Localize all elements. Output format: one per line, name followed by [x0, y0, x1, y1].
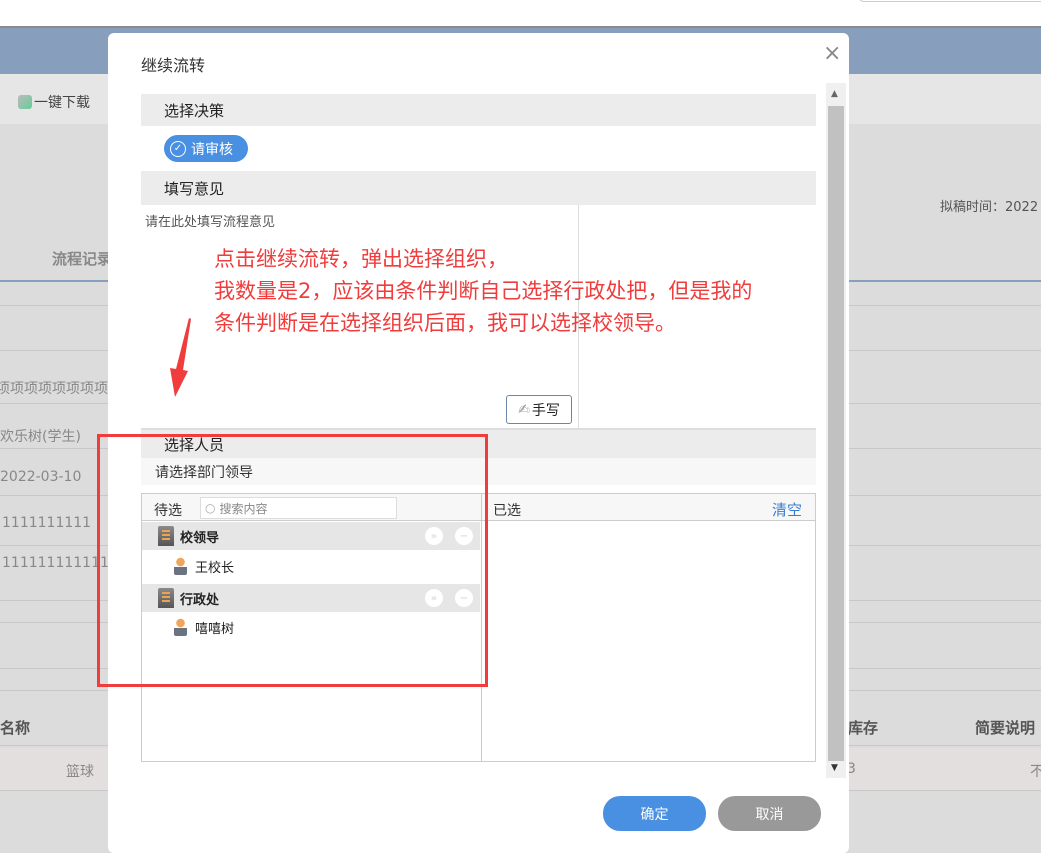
- draft-time: 拟稿时间：2022: [940, 200, 1039, 215]
- table-header-stock: 库存: [848, 719, 879, 737]
- scrollbar-thumb[interactable]: [828, 106, 844, 761]
- table-header-desc: 简要说明: [975, 719, 1036, 737]
- opinion-header: 填写意见: [141, 171, 816, 205]
- check-circle-icon: ✓: [170, 140, 186, 157]
- bg-row-text: 1111111111: [2, 515, 92, 531]
- cancel-button[interactable]: 取消: [718, 796, 821, 831]
- opinion-placeholder: 请在此处填写流程意见: [145, 215, 276, 230]
- scroll-down-icon[interactable]: ▼: [831, 763, 838, 773]
- flow-record-tab[interactable]: 流程记录: [52, 248, 112, 269]
- bg-row-text: 2022-03-10: [0, 469, 82, 485]
- table-cell: 篮球: [66, 764, 94, 780]
- table-cell: 不: [1030, 764, 1041, 780]
- annotation-highlight-box: [97, 434, 488, 687]
- confirm-button[interactable]: 确定: [603, 796, 706, 831]
- pen-icon: ✍: [518, 401, 530, 418]
- annotation-line: 条件判断是在选择组织后面，我可以选择校领导。: [214, 311, 676, 335]
- bg-row-text: 欢乐树(学生): [0, 429, 81, 445]
- table-header-name: 名称: [0, 719, 31, 737]
- download-icon: [18, 95, 32, 109]
- browser-top: [0, 0, 1041, 26]
- handwrite-label: 手写: [531, 402, 560, 419]
- selected-label: 已选: [493, 503, 521, 519]
- top-search-box[interactable]: [858, 0, 1041, 2]
- decision-option-review[interactable]: ✓ 请审核: [164, 135, 248, 162]
- clear-link[interactable]: 清空: [772, 499, 802, 520]
- decision-option-label: 请审核: [191, 141, 233, 158]
- annotation-arrow-icon: [170, 318, 191, 397]
- annotation-line: 点击继续流转，弹出选择组织，: [214, 247, 508, 271]
- close-icon[interactable]: ×: [823, 41, 841, 66]
- download-all-button[interactable]: 一键下载: [18, 92, 90, 112]
- decision-header: 选择决策: [141, 94, 816, 126]
- download-all-label: 一键下载: [34, 95, 90, 111]
- scrollbar[interactable]: ▲ ▼: [826, 83, 846, 778]
- scroll-up-icon[interactable]: ▲: [831, 89, 838, 99]
- annotation-line: 我数量是2，应该由条件判断自己选择行政处把，但是我的: [214, 279, 753, 303]
- handwrite-button[interactable]: ✍ 手写: [506, 395, 572, 424]
- dialog-title: 继续流转: [141, 56, 206, 75]
- bg-row-text: 项项项项项项项项: [0, 381, 108, 397]
